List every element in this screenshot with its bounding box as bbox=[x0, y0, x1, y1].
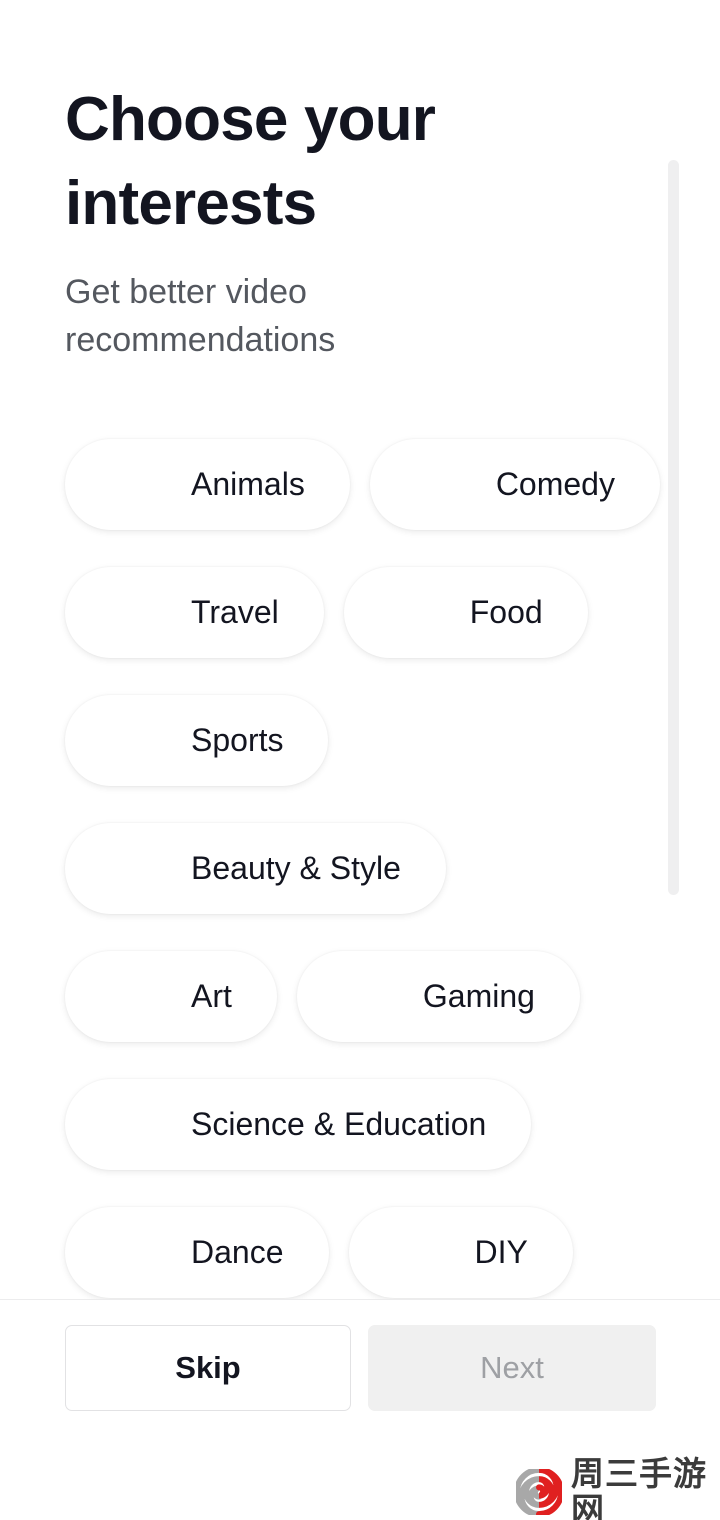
interest-chip-row: Travel Food bbox=[65, 548, 690, 676]
interest-chip[interactable]: Sports bbox=[65, 694, 329, 786]
interest-chip[interactable]: Animals bbox=[65, 438, 350, 530]
interest-chip[interactable]: Comedy bbox=[369, 438, 660, 530]
next-button[interactable]: Next bbox=[368, 1325, 656, 1411]
interest-chip-label: Gaming bbox=[422, 978, 535, 1014]
vertical-scrollbar-thumb[interactable] bbox=[668, 160, 679, 895]
interest-chip[interactable]: Beauty & Style bbox=[65, 822, 446, 914]
interest-chip-row: Art Gaming bbox=[65, 932, 690, 1060]
interest-chip-label: Science & Education bbox=[191, 1106, 487, 1142]
interest-chip-label: Travel bbox=[191, 594, 279, 630]
interest-chip-row: Beauty & Style bbox=[65, 804, 690, 932]
interests-scroll-area[interactable]: Animals Comedy Travel Food Sports Beauty & St… bbox=[0, 420, 720, 1299]
interest-chip[interactable]: Gaming bbox=[296, 950, 580, 1042]
interest-chip-label: Sports bbox=[191, 722, 284, 758]
interest-chip-label: Beauty & Style bbox=[191, 850, 401, 886]
spiral-logo-icon bbox=[516, 1469, 562, 1515]
watermark-text: 周三手游网 bbox=[571, 1454, 707, 1520]
interest-chip-row: Sports bbox=[65, 676, 690, 804]
page-subtitle: Get better video recommendations bbox=[65, 273, 336, 359]
interest-chip-label: Dance bbox=[191, 1234, 284, 1270]
watermark: 周三手游网 bbox=[516, 1456, 720, 1520]
interest-chip-rows: Animals Comedy Travel Food Sports Beauty & St… bbox=[0, 420, 690, 1299]
interest-chip-row: Science & Education bbox=[65, 1060, 690, 1188]
interests-onboarding-screen: Choose your interests Get better video r… bbox=[0, 0, 720, 1520]
scrollbar-track bbox=[668, 160, 679, 895]
interest-chip[interactable]: Art bbox=[65, 950, 277, 1042]
interest-chip-label: Comedy bbox=[495, 466, 615, 502]
interest-chip-row: Dance DIY bbox=[65, 1188, 690, 1299]
interest-chip[interactable]: Travel bbox=[65, 566, 324, 658]
interest-chip-label: DIY bbox=[474, 1234, 528, 1270]
footer-actions: Skip Next bbox=[0, 1300, 720, 1435]
interest-chip-label: Animals bbox=[191, 466, 305, 502]
interest-chip-label: Food bbox=[469, 594, 543, 630]
interest-chip[interactable]: Food bbox=[343, 566, 588, 658]
interest-chip[interactable]: DIY bbox=[348, 1206, 573, 1298]
header: Choose your interests Get better video r… bbox=[65, 78, 585, 364]
skip-button[interactable]: Skip bbox=[65, 1325, 351, 1411]
interest-chip-label: Art bbox=[191, 978, 232, 1014]
interest-chip-row: Animals Comedy bbox=[65, 420, 690, 548]
page-title: Choose your interests bbox=[65, 85, 436, 238]
interest-chip[interactable]: Dance bbox=[65, 1206, 329, 1298]
interest-chip[interactable]: Science & Education bbox=[65, 1078, 532, 1170]
